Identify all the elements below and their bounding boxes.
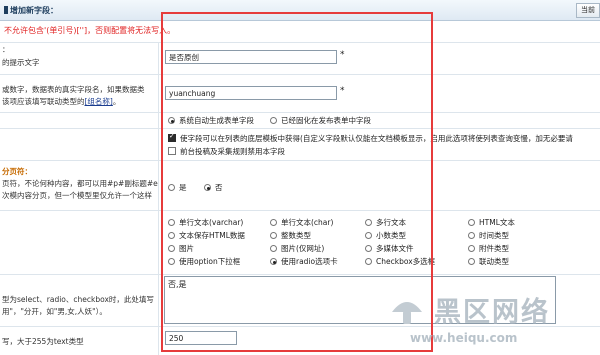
- radio-icon[interactable]: [270, 258, 277, 265]
- radio-icon[interactable]: [270, 245, 277, 252]
- data-type-option[interactable]: 文本保存HTML数据: [168, 230, 245, 241]
- field-name-row: 或数字，数据表的真实字段名，如果数据类 该项应该填写联动类型的[组名称]。 yu…: [0, 74, 600, 113]
- radio-icon[interactable]: [365, 219, 372, 226]
- max-length-label: 写，大于255为text类型: [2, 337, 84, 346]
- field-name-input[interactable]: yuanchuang: [165, 86, 337, 100]
- title-marker-icon: [4, 6, 8, 14]
- radio-icon[interactable]: [168, 184, 175, 191]
- paging-label-1: 页符，不论何种内容，都可以用#p#副标题#e: [2, 179, 158, 188]
- section-header: 增加新字段： 当前: [0, 0, 600, 21]
- section-title-text: 增加新字段：: [10, 6, 58, 15]
- data-type-option[interactable]: 联动类型: [468, 256, 509, 267]
- disable-frontend-checkbox[interactable]: 前台投稿及采集规则禁用本字段: [168, 146, 285, 157]
- paging-label-2: 次模内容分页，但一个模型里仅允许一个这样: [2, 191, 152, 200]
- radio-icon[interactable]: [168, 232, 175, 239]
- radio-icon[interactable]: [365, 232, 372, 239]
- data-type-option[interactable]: 多行文本: [365, 217, 406, 228]
- data-type-row: 单行文本(varchar) 单行文本(char) 多行文本 HTML文本文本保存HTM…: [0, 210, 600, 275]
- list-template-checkbox[interactable]: 使字段可以在列表的底层模板中获得(自定义字段默认仅能在文档模板显示，启用此选项将…: [168, 132, 573, 144]
- default-value-textarea[interactable]: 否,是: [164, 276, 556, 324]
- default-label-1: 型为select、radio、checkbox时，此处填写: [2, 295, 154, 304]
- radio-icon[interactable]: [270, 219, 277, 226]
- radio-icon[interactable]: [468, 219, 475, 226]
- data-type-option[interactable]: HTML文本: [468, 217, 515, 228]
- radio-icon[interactable]: [204, 184, 211, 191]
- field-name-label-2: 该项应该填写联动类型的[组名称]。: [2, 97, 121, 106]
- prompt-input[interactable]: 是否原创: [165, 50, 337, 64]
- radio-icon[interactable]: [168, 258, 175, 265]
- data-type-option[interactable]: 时间类型: [468, 230, 509, 241]
- form-mode-option-fixed[interactable]: 已经固化在发布表单中字段: [270, 115, 371, 126]
- paging-label-title: 分页符：: [2, 167, 32, 176]
- paging-row: 分页符： 页符，不论何种内容，都可以用#p#副标题#e 次模内容分页，但一个模型…: [0, 160, 600, 211]
- radio-icon[interactable]: [168, 245, 175, 252]
- checkbox-icon[interactable]: [168, 147, 176, 155]
- radio-icon[interactable]: [168, 219, 175, 226]
- radio-icon[interactable]: [365, 258, 372, 265]
- group-name-link[interactable]: [组名称]: [85, 97, 113, 106]
- form-mode-option-auto[interactable]: 系统自动生成表单字段: [168, 115, 254, 126]
- current-button[interactable]: 当前: [576, 3, 600, 18]
- radio-icon[interactable]: [468, 258, 475, 265]
- data-type-option[interactable]: 使用radio选项卡: [270, 256, 338, 267]
- warning-text: 不允许包含'(单引号)['']，否则配置将无法写入。: [4, 26, 176, 35]
- data-type-option[interactable]: 图片(仅网址): [270, 243, 324, 254]
- paging-option-no[interactable]: 否: [204, 182, 223, 193]
- radio-icon[interactable]: [270, 117, 277, 124]
- label-cell: ： 的提示文字: [0, 42, 159, 74]
- prompt-label: 的提示文字: [2, 58, 40, 67]
- search-options-row: 使字段可以在列表的底层模板中获得(自定义字段默认仅能在文档模板显示，启用此选项将…: [0, 128, 600, 161]
- data-type-option[interactable]: 使用option下拉框: [168, 256, 240, 267]
- max-length-row: 写，大于255为text类型 250: [0, 326, 600, 355]
- radio-icon[interactable]: [365, 245, 372, 252]
- radio-icon[interactable]: [468, 245, 475, 252]
- required-mark: *: [340, 86, 345, 96]
- paging-option-yes[interactable]: 是: [168, 182, 187, 193]
- form-mode-row: 系统自动生成表单字段 已经固化在发布表单中字段: [0, 112, 600, 129]
- data-type-option[interactable]: 图片: [168, 243, 194, 254]
- field-name-label-1: 或数字，数据表的真实字段名，如果数据类: [2, 85, 145, 94]
- max-length-input[interactable]: 250: [165, 331, 237, 345]
- data-type-option[interactable]: 小数类型: [365, 230, 406, 241]
- default-label-2: 用"，"分开，如"男,女,人妖"）。: [2, 307, 107, 316]
- data-type-option[interactable]: 多媒体文件: [365, 243, 414, 254]
- radio-icon[interactable]: [468, 232, 475, 239]
- data-type-option[interactable]: Checkbox多选框: [365, 256, 435, 267]
- checkbox-icon[interactable]: [168, 132, 176, 142]
- radio-icon[interactable]: [270, 232, 277, 239]
- data-type-option[interactable]: 附件类型: [468, 243, 509, 254]
- data-type-option[interactable]: 整数类型: [270, 230, 311, 241]
- radio-icon[interactable]: [168, 117, 175, 124]
- required-mark: *: [340, 50, 345, 60]
- data-type-option[interactable]: 单行文本(varchar): [168, 217, 243, 228]
- data-type-option[interactable]: 单行文本(char): [270, 217, 333, 228]
- prompt-row: ： 的提示文字 是否原创 *: [0, 42, 600, 75]
- warning-row: 不允许包含'(单引号)['']，否则配置将无法写入。: [0, 20, 600, 43]
- label-cell: 或数字，数据表的真实字段名，如果数据类 该项应该填写联动类型的[组名称]。: [0, 74, 159, 112]
- default-value-row: 型为select、radio、checkbox时，此处填写 用"，"分开，如"男…: [0, 274, 600, 327]
- section-title: 增加新字段：: [4, 5, 58, 16]
